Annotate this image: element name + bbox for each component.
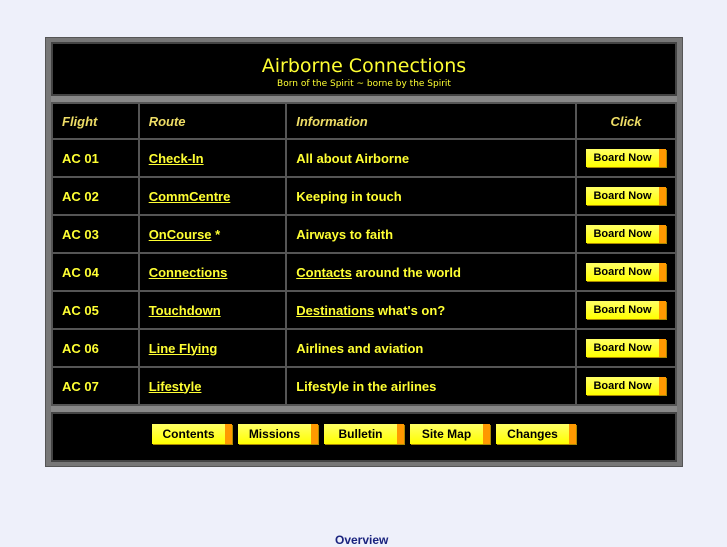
info-cell: Airways to faith	[285, 214, 577, 254]
route-link[interactable]: OnCourse	[149, 227, 212, 242]
nav-button-bulletin[interactable]: Bulletin	[324, 424, 404, 444]
flight-code: AC 03	[51, 214, 140, 254]
flight-code: AC 06	[51, 328, 140, 368]
info-text: what's on?	[374, 302, 446, 318]
route-cell: Check-In	[137, 138, 288, 178]
route-cell: CommCentre	[137, 176, 288, 216]
flight-code: AC 07	[51, 366, 140, 406]
route-cell: OnCourse *	[137, 214, 288, 254]
board-now-button[interactable]: Board Now	[585, 377, 666, 395]
board-now-button[interactable]: Board Now	[585, 187, 666, 205]
route-link[interactable]: Touchdown	[149, 303, 221, 318]
table-row: AC 06 Line Flying Airlines and aviation …	[51, 328, 678, 368]
nav-button-changes[interactable]: Changes	[496, 424, 576, 444]
route-link[interactable]: Check-In	[149, 151, 204, 166]
info-text: Keeping in touch	[296, 188, 402, 204]
click-cell: Board Now	[574, 176, 678, 216]
flight-code: AC 02	[51, 176, 140, 216]
board-now-button[interactable]: Board Now	[585, 339, 666, 357]
click-cell: Board Now	[574, 252, 678, 292]
site-subtitle: Born of the Spirit ~ borne by the Spirit	[277, 79, 451, 89]
nav-button-contents[interactable]: Contents	[152, 424, 232, 444]
main-panel: Airborne Connections Born of the Spirit …	[45, 37, 683, 467]
column-header: Click	[574, 102, 678, 140]
nav-button-missions[interactable]: Missions	[238, 424, 318, 444]
info-link[interactable]: Contacts	[296, 265, 352, 280]
info-cell: Airlines and aviation	[285, 328, 577, 368]
flight-code: AC 05	[51, 290, 140, 330]
table-row: AC 03 OnCourse * Airways to faith Board …	[51, 214, 678, 254]
info-text: All about Airborne	[296, 150, 410, 166]
info-cell: Destinations what's on?	[285, 290, 577, 330]
click-cell: Board Now	[574, 328, 678, 368]
route-link[interactable]: Connections	[149, 265, 228, 280]
info-cell: All about Airborne	[285, 138, 577, 178]
click-cell: Board Now	[574, 290, 678, 330]
info-text: Airways to faith	[296, 226, 394, 242]
table-row: AC 02 CommCentre Keeping in touch Board …	[51, 176, 678, 216]
table-row: AC 07 Lifestyle Lifestyle in the airline…	[51, 366, 678, 406]
info-cell: Lifestyle in the airlines	[285, 366, 577, 406]
route-cell: Touchdown	[137, 290, 288, 330]
click-cell: Board Now	[574, 366, 678, 406]
column-header: Route	[137, 102, 288, 140]
route-link[interactable]: Lifestyle	[149, 379, 202, 394]
route-cell: Line Flying	[137, 328, 288, 368]
flights-table: Flight Route Information Click AC 01 Check-…	[51, 102, 678, 406]
info-text: Lifestyle in the airlines	[296, 378, 437, 394]
info-cell: Keeping in touch	[285, 176, 577, 216]
nav-button-site-map[interactable]: Site Map	[410, 424, 490, 444]
info-text: Airlines and aviation	[296, 340, 424, 356]
footer-nav: Contents Missions Bulletin Site Map Changes	[51, 412, 677, 462]
table-row: AC 05 Touchdown Destinations what's on? …	[51, 290, 678, 330]
route-cell: Connections	[137, 252, 288, 292]
click-cell: Board Now	[574, 214, 678, 254]
route-suffix: *	[211, 226, 221, 242]
board-now-button[interactable]: Board Now	[585, 149, 666, 167]
site-title: Airborne Connections	[261, 55, 467, 77]
route-link[interactable]: CommCentre	[149, 189, 231, 204]
column-header: Flight	[51, 102, 140, 140]
info-cell: Contacts around the world	[285, 252, 577, 292]
click-cell: Board Now	[574, 138, 678, 178]
info-text: around the world	[351, 264, 461, 280]
board-now-button[interactable]: Board Now	[585, 263, 666, 281]
flight-code: AC 04	[51, 252, 140, 292]
site-header: Airborne Connections Born of the Spirit …	[51, 42, 677, 96]
route-link[interactable]: Line Flying	[149, 341, 218, 356]
board-now-button[interactable]: Board Now	[585, 225, 666, 243]
route-cell: Lifestyle	[137, 366, 288, 406]
flight-code: AC 01	[51, 138, 140, 178]
table-row: AC 04 Connections Contacts around the wo…	[51, 252, 678, 292]
board-now-button[interactable]: Board Now	[585, 301, 666, 319]
table-row: AC 01 Check-In All about Airborne Board …	[51, 138, 678, 178]
column-header: Information	[285, 102, 577, 140]
info-link[interactable]: Destinations	[296, 303, 374, 318]
